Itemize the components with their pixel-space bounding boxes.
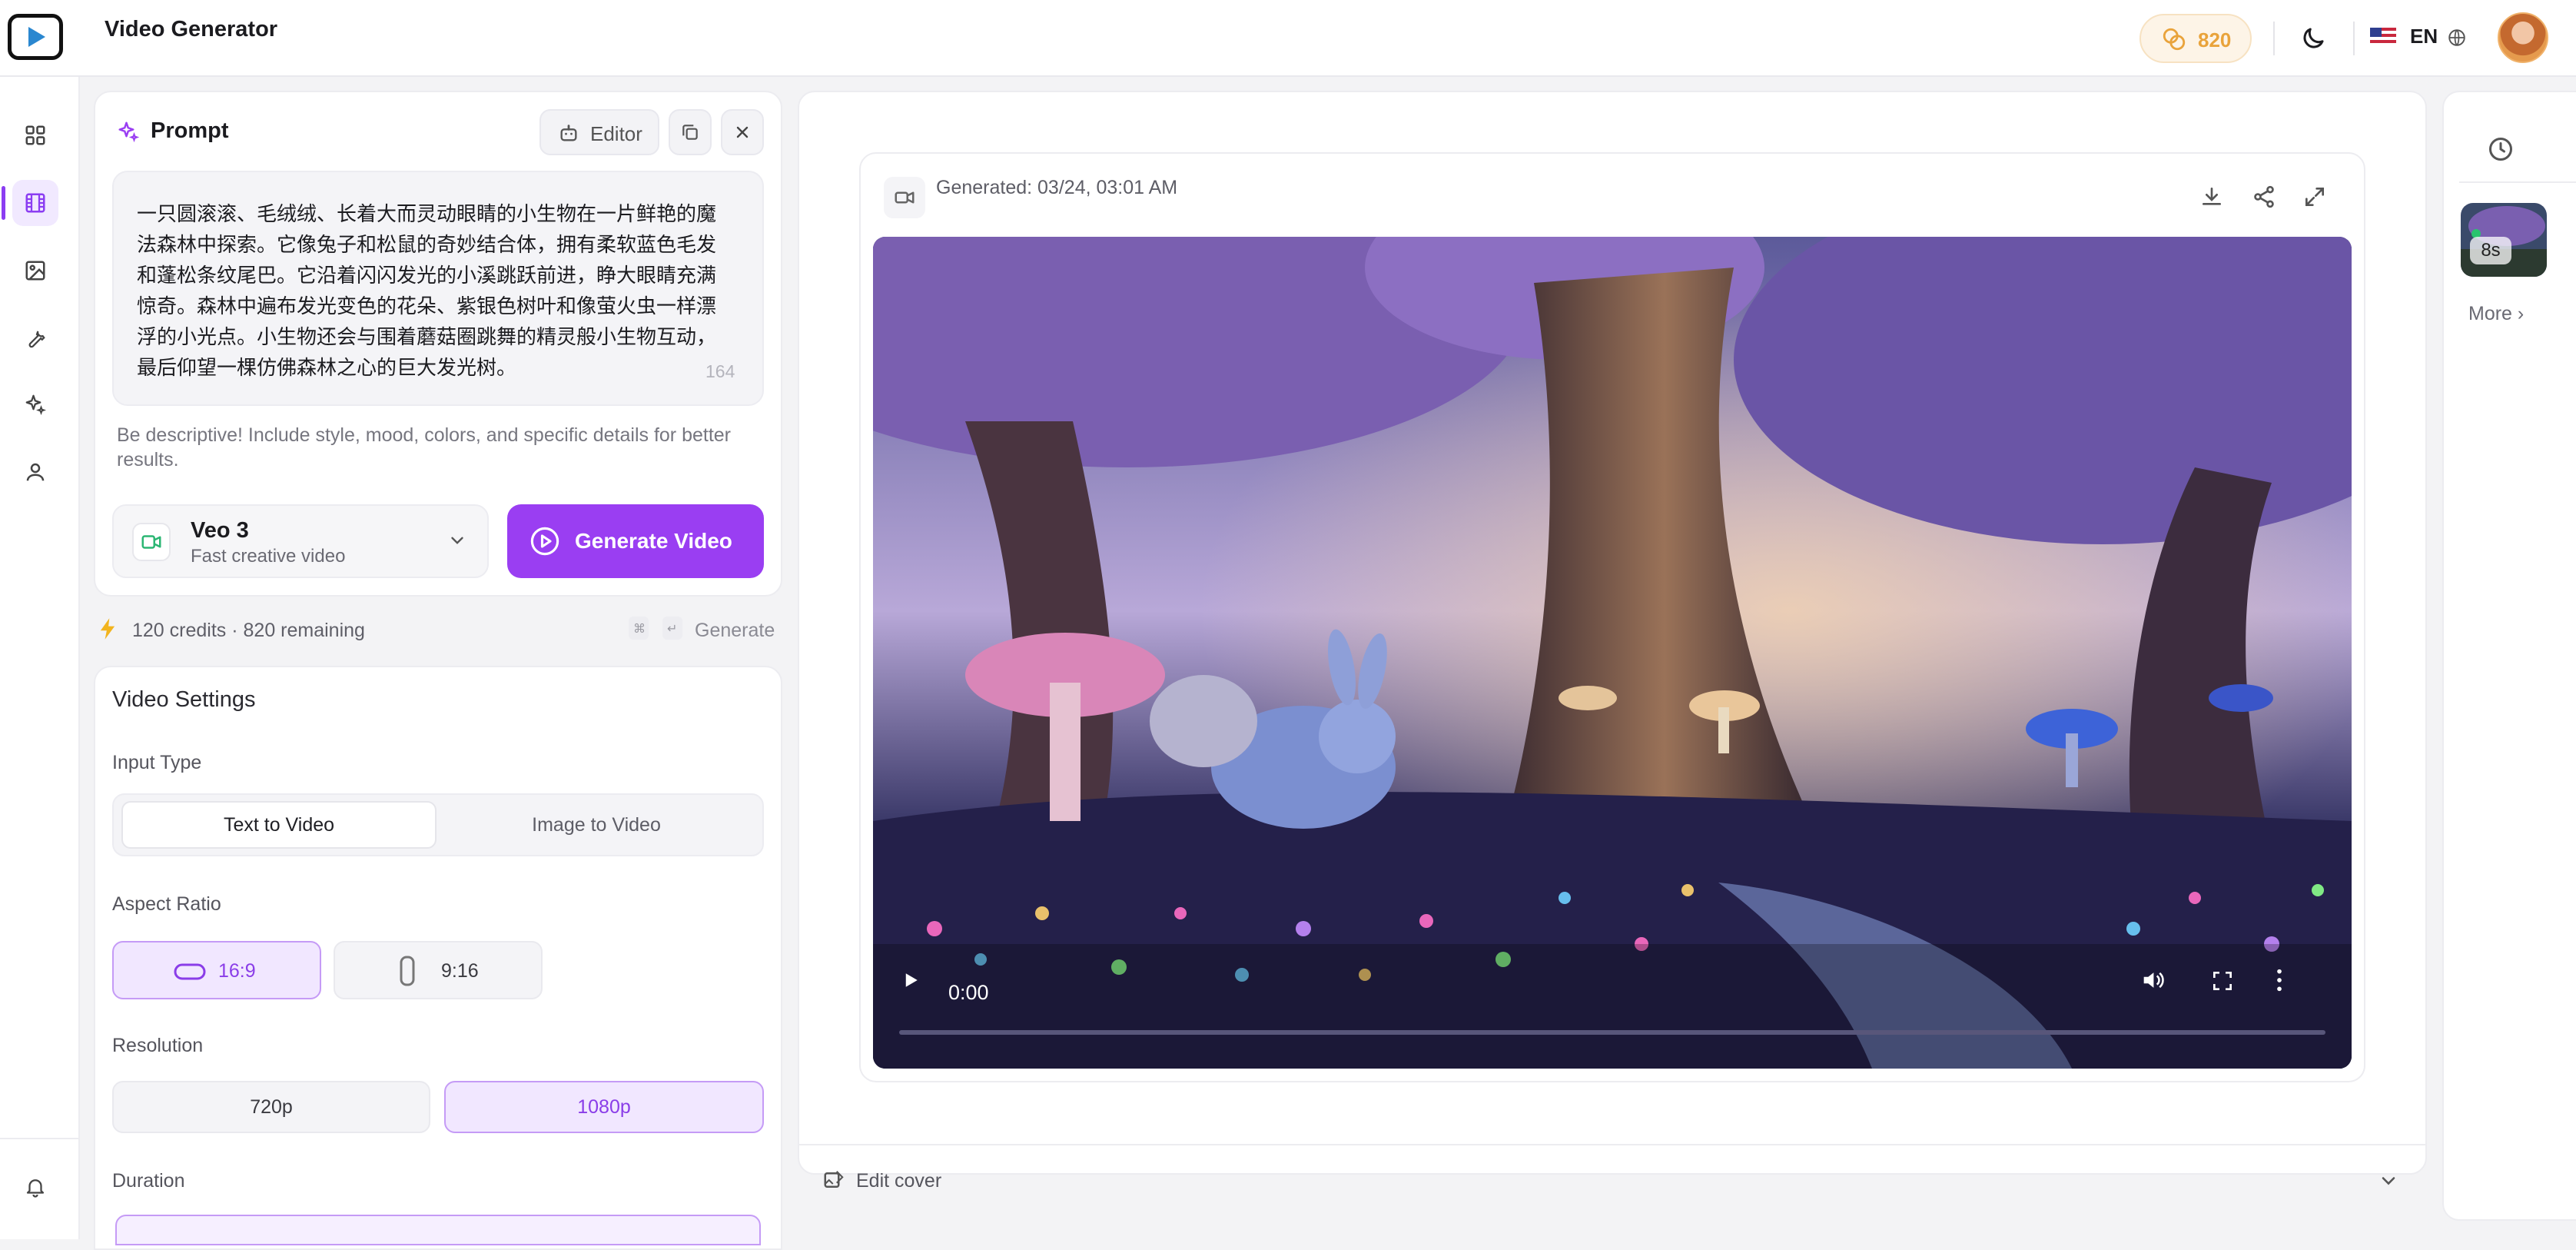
sidebar-item-video[interactable] xyxy=(2,180,58,226)
more-options-icon[interactable] xyxy=(2272,967,2287,993)
character-count: 164 xyxy=(705,361,735,381)
svg-text:⌘: ⌘ xyxy=(633,621,646,636)
divider xyxy=(2273,22,2275,55)
play-circle-icon xyxy=(530,527,559,556)
app-logo[interactable] xyxy=(8,14,63,60)
play-icon[interactable] xyxy=(899,969,922,992)
bell-icon xyxy=(26,1179,45,1198)
close-icon xyxy=(736,126,749,138)
video-camera-icon xyxy=(895,191,915,204)
panel-divider xyxy=(798,1144,2427,1145)
coins-icon xyxy=(2163,28,2186,51)
resolution-720p[interactable]: 720p xyxy=(112,1081,430,1133)
moon-icon[interactable] xyxy=(2299,25,2327,52)
edit-image-icon xyxy=(824,1171,844,1188)
svg-text:↵: ↵ xyxy=(667,621,677,636)
user-icon xyxy=(26,463,45,481)
duration-badge: 8s xyxy=(2470,237,2511,264)
aspect-ratio-16-9-label: 16:9 xyxy=(218,960,256,982)
close-button[interactable] xyxy=(721,109,764,155)
sidebar-item-ai[interactable] xyxy=(12,381,58,427)
editor-label: Editor xyxy=(590,122,642,145)
command-key-icon: ⌘ xyxy=(629,617,649,640)
sidebar xyxy=(0,77,80,1239)
fullscreen-icon[interactable] xyxy=(2302,185,2327,209)
us-flag-icon xyxy=(2370,28,2396,46)
generated-timestamp: Generated: 03/24, 03:01 AM xyxy=(936,177,1178,198)
chevron-down-icon[interactable] xyxy=(2378,1170,2399,1192)
editor-button[interactable]: Editor xyxy=(539,109,659,155)
aspect-ratio-9-16[interactable]: 9:16 xyxy=(334,941,543,999)
aspect-ratio-16-9[interactable]: 16:9 xyxy=(112,941,321,999)
user-avatar[interactable] xyxy=(2498,12,2548,63)
credits-count: 820 xyxy=(2198,28,2232,52)
edit-cover-button[interactable]: Edit cover xyxy=(856,1170,941,1192)
progress-bar[interactable] xyxy=(899,1030,2325,1035)
share-icon[interactable] xyxy=(2252,185,2276,209)
generate-video-label[interactable]: Generate Video xyxy=(575,529,732,554)
more-link[interactable]: More › xyxy=(2468,303,2524,325)
lightning-icon xyxy=(100,618,115,640)
prompt-title: Prompt xyxy=(151,118,229,143)
video-player[interactable] xyxy=(873,237,2352,1069)
credits-badge[interactable]: 820 xyxy=(2139,14,2252,63)
clock-icon[interactable] xyxy=(2487,135,2515,163)
aspect-ratio-9-16-label: 9:16 xyxy=(441,960,479,982)
video-settings-title: Video Settings xyxy=(112,687,256,712)
sidebar-divider xyxy=(0,1138,80,1139)
aspect-ratio-label: Aspect Ratio xyxy=(112,893,221,915)
grid-icon xyxy=(25,125,45,145)
credits-summary: 120 credits · 820 remaining xyxy=(132,620,365,641)
image-icon xyxy=(25,261,45,281)
landscape-icon xyxy=(174,963,206,980)
resolution-1080p[interactable]: 1080p xyxy=(444,1081,764,1133)
language-switcher[interactable]: EN xyxy=(2367,18,2482,58)
duration-label: Duration xyxy=(112,1170,185,1192)
chevron-down-icon xyxy=(451,537,463,544)
resolution-label: Resolution xyxy=(112,1035,204,1056)
globe-icon xyxy=(2448,29,2465,46)
copy-icon xyxy=(682,125,698,140)
model-name: Veo 3 xyxy=(191,518,249,543)
copy-button[interactable] xyxy=(669,109,712,155)
sidebar-item-image[interactable] xyxy=(12,248,58,294)
fullscreen-icon[interactable] xyxy=(2210,969,2235,993)
prompt-hint: Be descriptive! Include style, mood, col… xyxy=(117,424,731,470)
enter-key-icon: ↵ xyxy=(662,617,682,640)
generate-shortcut-label: Generate xyxy=(695,620,775,641)
language-code: EN xyxy=(2410,25,2438,48)
video-frame-image xyxy=(873,237,2352,1069)
rail-divider xyxy=(2459,181,2576,183)
sparkles-icon xyxy=(118,121,140,143)
video-camera-icon xyxy=(141,535,161,549)
play-icon xyxy=(28,27,45,47)
tab-text-to-video[interactable]: Text to Video xyxy=(121,801,437,849)
sidebar-item-notifications[interactable] xyxy=(12,1164,58,1210)
sparkles-icon xyxy=(25,394,46,415)
tab-image-to-video[interactable]: Image to Video xyxy=(438,801,755,849)
model-icon-box xyxy=(132,523,171,561)
camera-icon-box xyxy=(884,177,925,218)
film-icon xyxy=(25,193,45,213)
volume-icon[interactable] xyxy=(2139,967,2166,993)
wrench-icon xyxy=(28,331,45,348)
portrait-icon xyxy=(400,956,415,986)
divider xyxy=(2353,22,2355,55)
model-subtitle: Fast creative video xyxy=(191,546,346,567)
app-title: Video Generator xyxy=(105,17,278,42)
sidebar-item-dashboard[interactable] xyxy=(12,112,58,158)
duration-option[interactable] xyxy=(115,1215,761,1245)
sidebar-item-tools[interactable] xyxy=(12,314,58,360)
robot-icon xyxy=(560,125,577,141)
current-time: 0:00 xyxy=(948,981,989,1004)
sidebar-item-profile[interactable] xyxy=(12,449,58,495)
prompt-text[interactable]: 一只圆滚滚、毛绒绒、长着大而灵动眼睛的小生物在一片鲜艳的魔法森林中探索。它像兔子… xyxy=(137,198,722,383)
download-icon[interactable] xyxy=(2199,185,2224,209)
input-type-label: Input Type xyxy=(112,752,202,773)
